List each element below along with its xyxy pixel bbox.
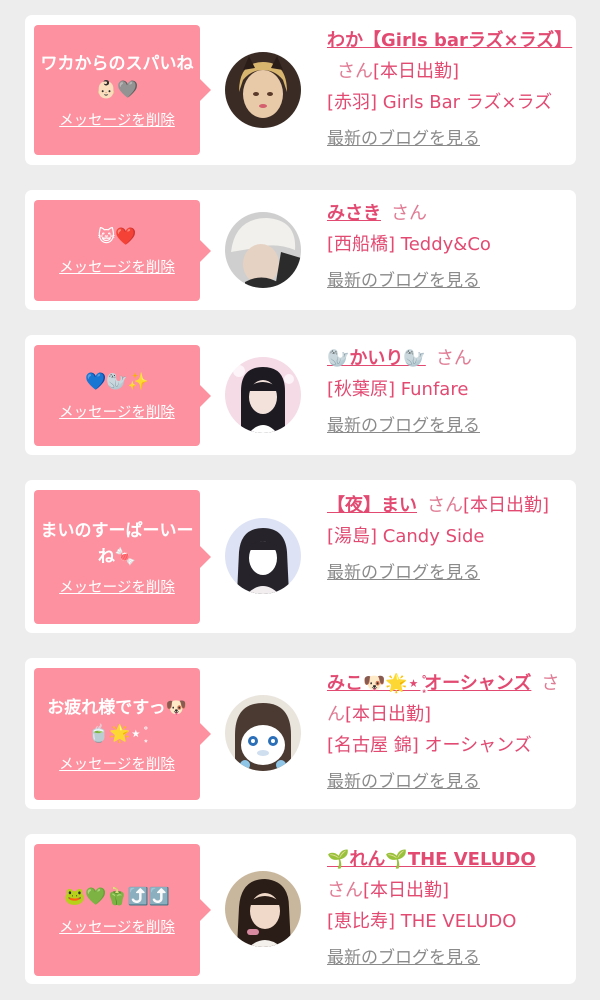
- message-text: 💙🦭✨: [85, 372, 149, 392]
- profile-photo-icon: [225, 518, 301, 594]
- status-badge: [本日出勤]: [373, 61, 460, 82]
- message-card: お疲れ様ですっ🐶🍵🌟⋆ ͙̊ メッセージを削除 みこ🐶🌟⋆ ͙̊オーシャンズ さん…: [25, 658, 576, 809]
- message-card: 💙🦭✨ メッセージを削除 🦭かいり🦭 さん [秋葉原] Funfare 最新のブロ…: [25, 335, 576, 455]
- avatar[interactable]: [225, 695, 301, 771]
- latest-blog-link[interactable]: 最新のブログを見る: [327, 943, 567, 974]
- latest-blog-link[interactable]: 最新のブログを見る: [327, 558, 567, 589]
- sender-name-link[interactable]: 【夜】まい: [327, 495, 417, 516]
- honorific: さん: [435, 348, 472, 369]
- delete-message-link[interactable]: メッセージを削除: [59, 753, 175, 774]
- sender-name-link[interactable]: 🌱れん🌱THE VELUDO: [327, 849, 536, 870]
- avatar[interactable]: [225, 357, 301, 433]
- message-list: ワカからのスパいね👶🏻🩶 メッセージを削除 わか【Girls barラズ×ラズ】…: [0, 0, 600, 1000]
- honorific: さん: [391, 203, 427, 224]
- status-badge: [本日出勤]: [363, 880, 450, 901]
- message-card: 😺❤️ メッセージを削除 みさき さん [西船橋] Teddy&Co 最新のブログ…: [25, 190, 576, 310]
- message-bubble: まいのすーぱーいーね🍬 メッセージを削除: [34, 490, 211, 624]
- delete-message-link[interactable]: メッセージを削除: [59, 401, 175, 422]
- delete-message-link[interactable]: メッセージを削除: [59, 576, 175, 597]
- message-bubble: 💙🦭✨ メッセージを削除: [34, 345, 211, 446]
- message-bubble: ワカからのスパいね👶🏻🩶 メッセージを削除: [34, 25, 211, 155]
- sender-info: みこ🐶🌟⋆ ͙̊オーシャンズ さん[本日出勤] [名古屋 錦] オーシャンズ 最新…: [327, 668, 567, 798]
- latest-blog-link[interactable]: 最新のブログを見る: [327, 767, 567, 798]
- avatar[interactable]: [225, 871, 301, 947]
- shop-name: [秋葉原] Funfare: [327, 379, 469, 400]
- message-bubble: お疲れ様ですっ🐶🍵🌟⋆ ͙̊ メッセージを削除: [34, 668, 211, 800]
- message-text: ワカからのスパいね👶🏻🩶: [40, 53, 194, 100]
- delete-message-link[interactable]: メッセージを削除: [59, 109, 175, 130]
- shop-name: [恵比寿] THE VELUDO: [327, 911, 517, 932]
- shop-name: [西船橋] Teddy&Co: [327, 234, 491, 255]
- latest-blog-link[interactable]: 最新のブログを見る: [327, 411, 567, 442]
- honorific: さん: [427, 495, 463, 516]
- sender-name-link[interactable]: わか【Girls barラズ×ラズ】: [327, 30, 572, 51]
- sender-info: みさき さん [西船橋] Teddy&Co 最新のブログを見る: [327, 198, 567, 297]
- message-bubble: 🐸💚🫑⤴️⤴️ メッセージを削除: [34, 844, 211, 976]
- message-text: 😺❤️: [97, 227, 137, 247]
- honorific: さん: [337, 61, 373, 82]
- sender-info: 【夜】まい さん[本日出勤] [湯島] Candy Side 最新のブログを見る: [327, 490, 567, 589]
- profile-photo-icon: [225, 212, 301, 288]
- delete-message-link[interactable]: メッセージを削除: [59, 916, 175, 937]
- profile-photo-icon: [225, 357, 301, 433]
- delete-message-link[interactable]: メッセージを削除: [59, 256, 175, 277]
- status-badge: [本日出勤]: [463, 495, 550, 516]
- message-card: 🐸💚🫑⤴️⤴️ メッセージを削除 🌱れん🌱THE VELUDO さん[本日出勤] …: [25, 834, 576, 984]
- status-badge: [本日出勤]: [345, 704, 432, 725]
- sender-name-link[interactable]: 🦭かいり🦭: [327, 348, 426, 369]
- sender-name-link[interactable]: みこ🐶🌟⋆ ͙̊オーシャンズ: [327, 673, 531, 694]
- shop-name: [赤羽] Girls Bar ラズ×ラズ: [327, 92, 553, 113]
- sender-info: 🦭かいり🦭 さん [秋葉原] Funfare 最新のブログを見る: [327, 343, 567, 442]
- honorific: さん: [327, 880, 363, 901]
- message-bubble: 😺❤️ メッセージを削除: [34, 200, 211, 301]
- message-text: お疲れ様ですっ🐶🍵🌟⋆ ͙̊: [47, 697, 187, 744]
- sender-info: わか【Girls barラズ×ラズ】さん[本日出勤] [赤羽] Girls Ba…: [327, 25, 572, 155]
- profile-photo-icon: [225, 695, 301, 771]
- message-text: まいのすーぱーいーね🍬: [40, 520, 194, 567]
- latest-blog-link[interactable]: 最新のブログを見る: [327, 266, 567, 297]
- shop-name: [名古屋 錦] オーシャンズ: [327, 735, 532, 756]
- avatar[interactable]: [225, 52, 301, 128]
- profile-photo-icon: [225, 52, 301, 128]
- profile-photo-icon: [225, 871, 301, 947]
- message-card: ワカからのスパいね👶🏻🩶 メッセージを削除 わか【Girls barラズ×ラズ】…: [25, 15, 576, 165]
- message-card: まいのすーぱーいーね🍬 メッセージを削除 【夜】まい さん[本日出勤] [湯島] …: [25, 480, 576, 633]
- avatar[interactable]: [225, 212, 301, 288]
- message-text: 🐸💚🫑⤴️⤴️: [64, 886, 170, 907]
- latest-blog-link[interactable]: 最新のブログを見る: [327, 124, 567, 155]
- sender-info: 🌱れん🌱THE VELUDO さん[本日出勤] [恵比寿] THE VELUDO …: [327, 844, 567, 974]
- shop-name: [湯島] Candy Side: [327, 526, 485, 547]
- sender-name-link[interactable]: みさき: [327, 203, 381, 224]
- avatar[interactable]: [225, 518, 301, 594]
